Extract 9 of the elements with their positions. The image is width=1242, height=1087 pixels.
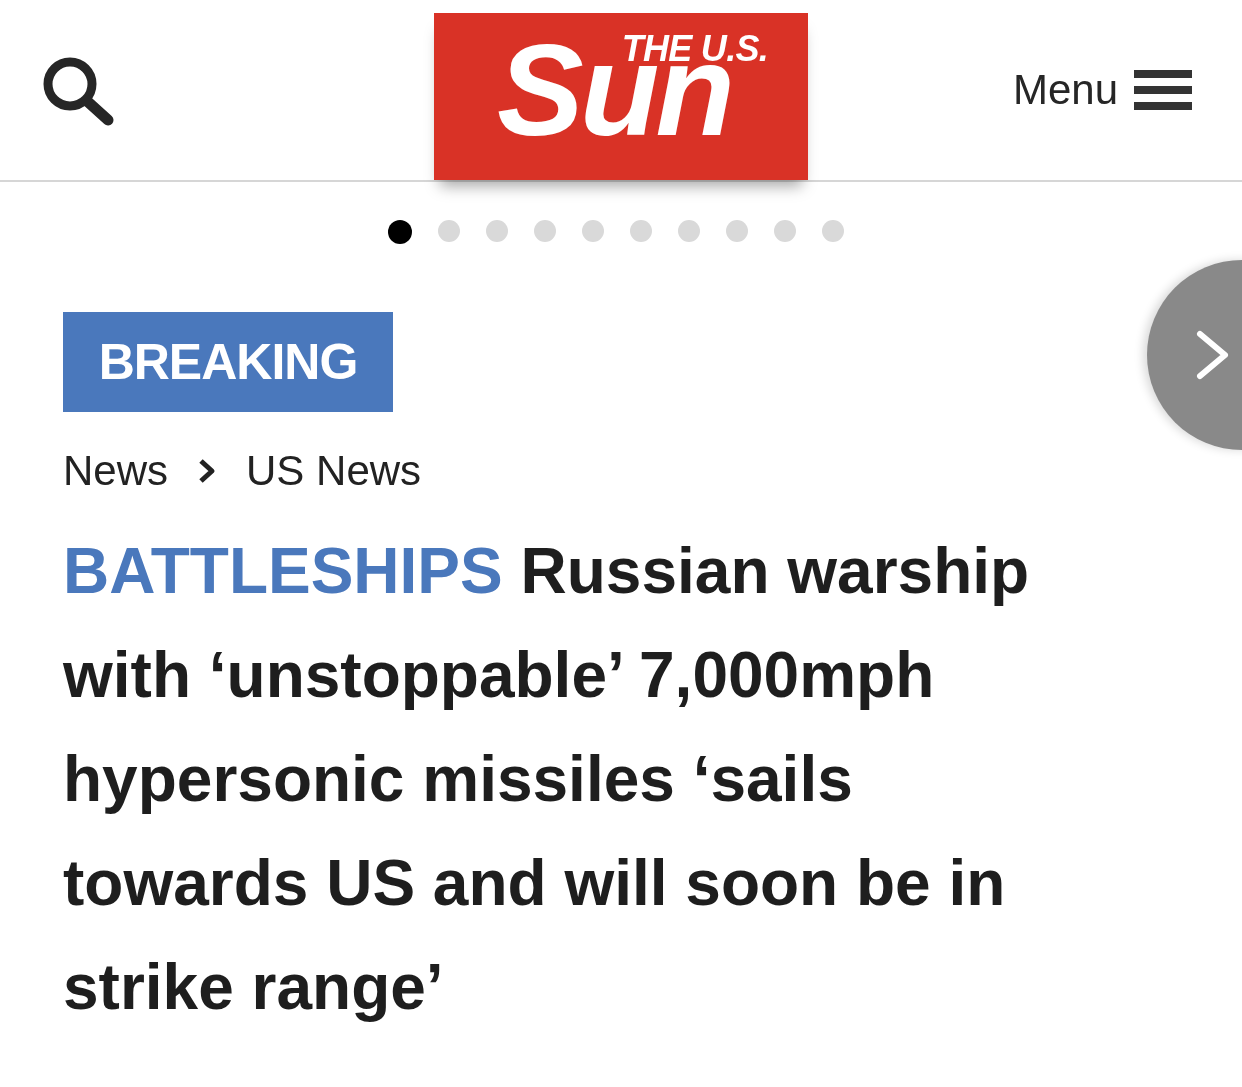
menu-icon	[1134, 70, 1192, 110]
chevron-right-icon	[198, 458, 217, 484]
breadcrumb-link[interactable]: News	[63, 445, 169, 497]
breadcrumb-link[interactable]: US News	[246, 445, 422, 497]
chevron-right-icon	[1195, 330, 1231, 380]
breaking-badge: BREAKING	[63, 312, 393, 412]
headline: BATTLESHIPS Russian warship with ‘unstoppable’ 7,000mph hypersonic missiles ‘sails towards US and will soon be in strike range’	[63, 534, 1031, 1025]
logo[interactable]: THE U.S. Sun	[434, 13, 808, 180]
menu-button[interactable]: Menu	[1012, 69, 1192, 111]
